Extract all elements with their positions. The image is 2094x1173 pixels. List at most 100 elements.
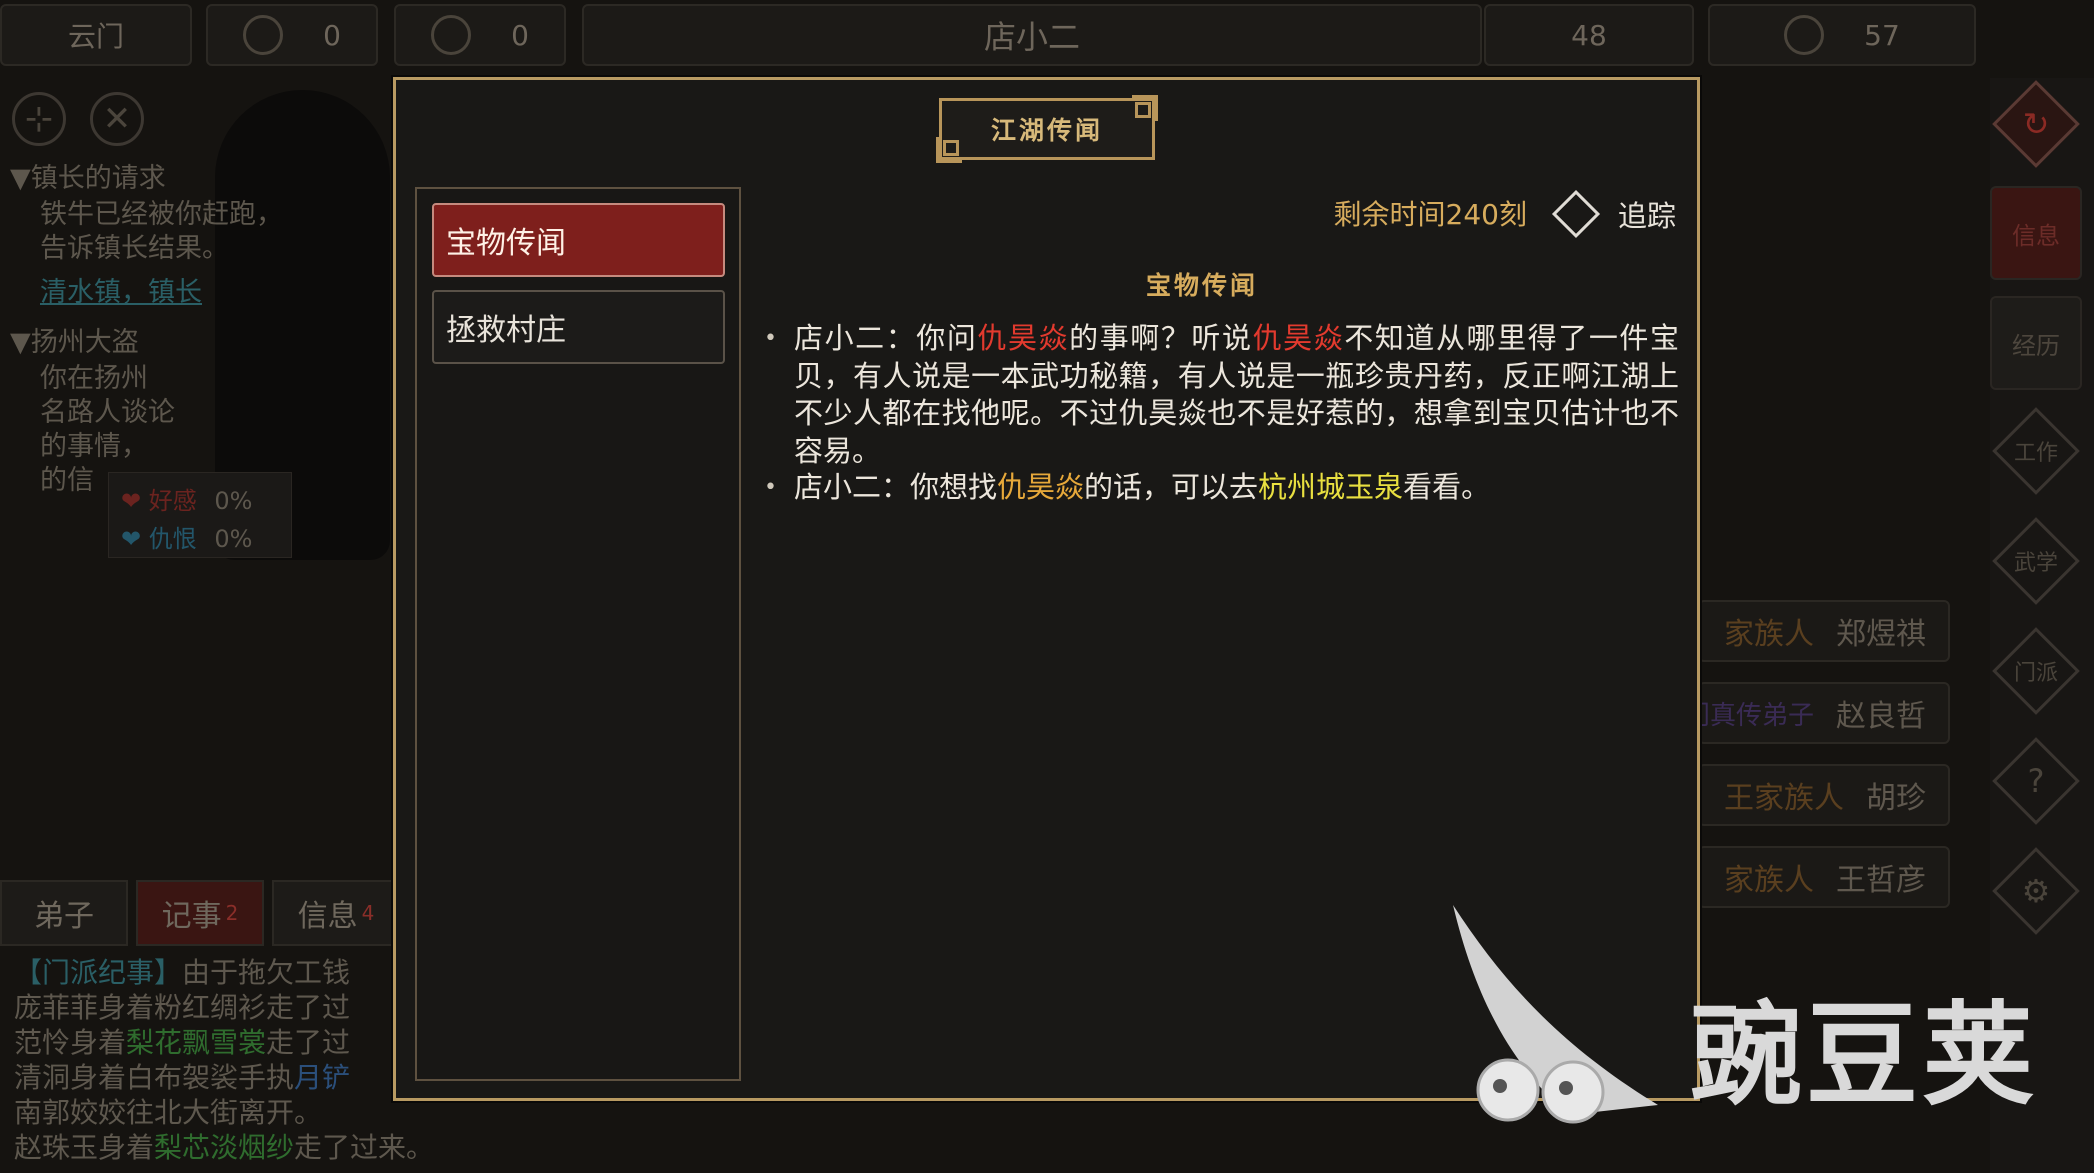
return-arrow-icon: ↻: [2022, 105, 2050, 143]
log-text: 由于拖欠工钱: [182, 956, 351, 989]
dialogue-entry: • 店小二：你问仇昊焱的事啊？听说仇昊焱不知道从哪里得了一件宝贝，有人说是一本武…: [764, 320, 1679, 470]
tab-disciples-label: 弟子: [34, 899, 94, 934]
gear-icon: ⚙: [2021, 872, 2051, 910]
member-name: 赵良哲: [1836, 699, 1926, 734]
member-role: 家族人: [1724, 617, 1814, 652]
tiger-icon: [243, 15, 284, 55]
favor-label: 好感: [148, 487, 197, 515]
stat2-box: 57: [1708, 4, 1976, 66]
side-info-button[interactable]: 信息: [1990, 186, 2082, 280]
log-line: 清洞身着白布袈裟手执月铲: [14, 1060, 434, 1095]
rumor-item-label: 拯救村庄: [446, 313, 566, 348]
member-row[interactable]: 门真传弟子 赵良哲: [1698, 682, 1950, 744]
member-row[interactable]: 家族人 王哲彦: [1698, 846, 1950, 908]
help-icon: ?: [2027, 762, 2045, 800]
stat2-value: 57: [1864, 18, 1900, 52]
track-label[interactable]: 追踪: [1618, 193, 1676, 235]
remaining-time: 剩余时间240刻: [1333, 198, 1527, 231]
pea-face: [1541, 1060, 1605, 1124]
side-history-label: 经历: [2012, 331, 2060, 360]
pea-eye: [1559, 1081, 1573, 1095]
resource1-box: 0: [206, 4, 378, 66]
log-tag: 【门派纪事】: [14, 956, 183, 989]
sect-name-box[interactable]: 云门: [0, 4, 192, 66]
member-name: 胡珍: [1866, 781, 1926, 816]
hatred-label: 仇恨: [148, 525, 197, 553]
dialogue-text: 店小二：你想找仇昊焱的话，可以去杭州城玉泉看看。: [794, 470, 1491, 504]
quest-1-title[interactable]: ▼镇长的请求: [10, 162, 166, 196]
log-item: 月铲: [294, 1061, 351, 1094]
expand-button[interactable]: ⊹: [12, 92, 66, 146]
quest-2-line1: 你在扬州: [40, 363, 148, 394]
rumor-list: 宝物传闻 拯救村庄: [415, 187, 741, 1081]
log-line: 庞菲菲身着粉红绸衫走了过: [14, 991, 351, 1024]
expand-icon: ⊹: [24, 99, 54, 139]
pea-eye: [1493, 1079, 1507, 1093]
member-name: 郑煜祺: [1836, 617, 1926, 652]
log-text: 清洞身着白布袈裟手执: [14, 1061, 295, 1094]
side-info-label: 信息: [2012, 221, 2060, 250]
pea-face: [1476, 1058, 1540, 1122]
dialogue-text: 店小二：你问仇昊焱的事啊？听说仇昊焱不知道从哪里得了一件宝贝，有人说是一本武功秘…: [794, 321, 1679, 468]
npc-name-highlight[interactable]: 仇昊焱: [977, 321, 1069, 355]
tab-info-label: 信息: [297, 899, 358, 934]
log-line: 南郭姣姣往北大街离开。: [14, 1096, 323, 1129]
dialog-title-plate: 江湖传闻: [936, 95, 1158, 163]
sect-name: 云门: [67, 20, 124, 53]
knot-ornament: [936, 137, 962, 163]
side-history-button[interactable]: 经历: [1990, 296, 2082, 390]
log-line: 范怜身着梨花飘雪裳走了过: [14, 1025, 434, 1060]
resource1-value: 0: [323, 18, 341, 52]
watermark-logo: [1453, 905, 1658, 1124]
quest-1-line1: 铁牛已经被你赶跑，: [40, 199, 283, 230]
close-icon: ✕: [102, 99, 132, 139]
tab-disciples[interactable]: 弟子: [0, 880, 128, 946]
rumor-item-label: 宝物传闻: [446, 226, 566, 261]
dragon-icon: [1784, 15, 1825, 55]
stat1-value: 48: [1571, 18, 1607, 52]
yin-yang-icon: [431, 15, 472, 55]
location-highlight[interactable]: 杭州城玉泉: [1258, 470, 1403, 504]
track-checkbox[interactable]: [1551, 189, 1601, 239]
affinity-box: ❤ 好感 0% ❤ 仇恨 0%: [108, 472, 292, 558]
tab-info[interactable]: 信息 4: [272, 880, 400, 946]
quest-2-line4: 的信: [40, 465, 94, 496]
blue-heart-icon: ❤: [121, 525, 142, 553]
stat1-box: 48: [1484, 4, 1694, 66]
quest-2-title[interactable]: ▼扬州大盗: [10, 326, 139, 360]
member-role: 王家族人: [1724, 781, 1844, 816]
member-row[interactable]: 王家族人 胡珍: [1698, 764, 1950, 826]
hatred-row: ❤ 仇恨 0%: [121, 519, 252, 554]
quest-2-line3: 的事情，: [40, 431, 148, 462]
rumor-item-treasure[interactable]: 宝物传闻: [432, 203, 725, 277]
knot-ornament: [1132, 95, 1158, 121]
member-role: 门真传弟子: [1700, 700, 1814, 731]
log-item: 梨芯淡烟纱: [154, 1131, 295, 1164]
npc-name-highlight[interactable]: 仇昊焱: [997, 470, 1084, 504]
quest-1-line2: 告诉镇长结果。: [40, 233, 229, 264]
npc-name-box: 店小二: [582, 4, 1482, 66]
log-item: 梨花飘雪裳: [126, 1026, 267, 1059]
dialog-title: 江湖传闻: [990, 116, 1103, 145]
heart-icon: ❤: [121, 487, 142, 515]
log-text: 赵珠玉身着: [14, 1131, 155, 1164]
npc-name-highlight[interactable]: 仇昊焱: [1253, 321, 1345, 355]
rumor-item-rescue[interactable]: 拯救村庄: [432, 290, 725, 364]
bottom-tabs: 弟子 记事 2 信息 4: [0, 880, 400, 948]
tab-records[interactable]: 记事 2: [136, 880, 264, 946]
quest-2-line2: 名路人谈论: [40, 397, 175, 428]
close-quest-button[interactable]: ✕: [90, 92, 144, 146]
tab-info-badge: 4: [361, 901, 375, 925]
log-text: 范怜身着: [14, 1026, 127, 1059]
side-work-label: 工作: [2013, 441, 2058, 466]
log-text: 走了过: [266, 1026, 351, 1059]
tab-records-label: 记事: [161, 899, 222, 934]
quest-1-location-link[interactable]: 清水镇，镇长: [40, 276, 202, 310]
favor-row: ❤ 好感 0%: [121, 481, 252, 516]
resource2-box: 0: [394, 4, 566, 66]
log-text: 走了过来。: [294, 1131, 435, 1164]
npc-name: 店小二: [983, 18, 1080, 56]
tab-records-badge: 2: [225, 901, 239, 925]
member-row[interactable]: 家族人 郑煜祺: [1698, 600, 1950, 662]
resource2-value: 0: [511, 18, 529, 52]
